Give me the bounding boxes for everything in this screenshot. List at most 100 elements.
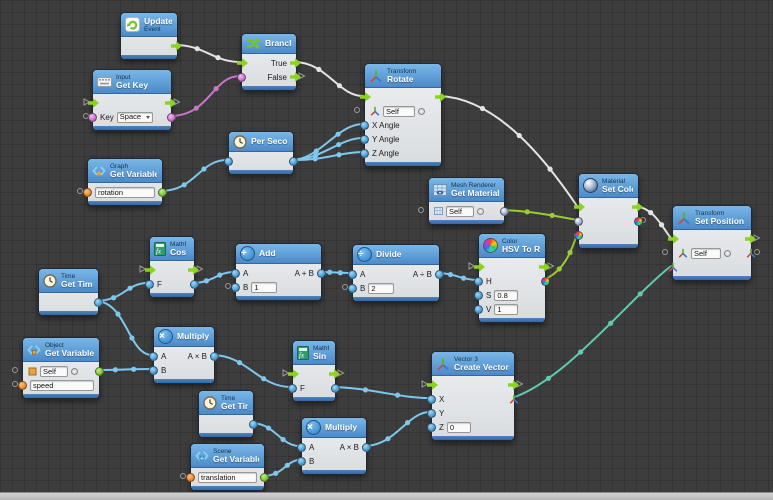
object-picker-icon[interactable] bbox=[724, 250, 731, 257]
wire-update-to-branch[interactable] bbox=[175, 45, 240, 62]
y-angle-in-port[interactable] bbox=[360, 135, 369, 144]
y-in-port[interactable] bbox=[427, 409, 436, 418]
wire-per-second-to-z-angle[interactable] bbox=[291, 152, 363, 160]
color-out-port[interactable] bbox=[634, 217, 643, 226]
v-in-port[interactable] bbox=[474, 305, 483, 314]
f-in-port[interactable] bbox=[145, 280, 154, 289]
material-in-port[interactable] bbox=[574, 217, 583, 226]
quotient-out-port[interactable] bbox=[435, 270, 444, 279]
result-out-port[interactable] bbox=[190, 280, 199, 289]
node-graph-get-variable[interactable]: GraphGet Variable rotation bbox=[87, 158, 163, 206]
b-in-port[interactable] bbox=[348, 284, 357, 293]
key-in-port[interactable] bbox=[88, 113, 97, 122]
product-out-port[interactable] bbox=[362, 443, 371, 452]
x-in-port[interactable] bbox=[427, 395, 436, 404]
x-angle-in-port[interactable] bbox=[360, 121, 369, 130]
node-scene-get-variable[interactable]: SceneGet Variable translation bbox=[190, 443, 265, 491]
time-out-port[interactable] bbox=[94, 298, 103, 307]
variable-name-field[interactable]: rotation bbox=[95, 187, 155, 198]
node-get-material[interactable]: Mesh RendererGet Material Self bbox=[428, 177, 505, 225]
position-in-port[interactable] bbox=[668, 262, 678, 272]
node-add[interactable]: + Add AA + B B1 bbox=[235, 243, 322, 301]
key-dropdown[interactable]: Space bbox=[117, 112, 153, 123]
result-out-port[interactable] bbox=[331, 384, 340, 393]
a-in-port[interactable] bbox=[348, 270, 357, 279]
self-field[interactable]: Self bbox=[446, 206, 474, 217]
b-field[interactable]: 2 bbox=[368, 283, 394, 294]
wire-branch-true-to-rotate[interactable] bbox=[294, 62, 363, 96]
variable-name-field[interactable]: speed bbox=[30, 380, 94, 391]
node-divide[interactable]: ÷ Divide AA ÷ B B2 bbox=[352, 244, 440, 302]
a-in-port[interactable] bbox=[149, 352, 158, 361]
vector3-out-port[interactable] bbox=[746, 248, 756, 258]
a-in-port[interactable] bbox=[231, 269, 240, 278]
self-field[interactable]: Self bbox=[40, 366, 68, 377]
f-in-port[interactable] bbox=[288, 384, 297, 393]
node-hsv-to-rgb[interactable]: ColorHSV To RGB H S0.8 V1 bbox=[478, 233, 546, 323]
time-out-port[interactable] bbox=[249, 420, 258, 429]
b-in-port[interactable] bbox=[149, 366, 158, 375]
variable-name-in-port[interactable] bbox=[18, 381, 27, 390]
x-label: X bbox=[439, 395, 444, 404]
self-field[interactable]: Self bbox=[691, 248, 721, 259]
key-out-port[interactable] bbox=[167, 113, 176, 122]
node-multiply-1[interactable]: × Multiply AA × B B bbox=[153, 326, 215, 384]
node-set-position[interactable]: TransformSet Position Self bbox=[672, 205, 752, 281]
h-in-port[interactable] bbox=[474, 277, 483, 286]
product-out-port[interactable] bbox=[210, 352, 219, 361]
self-field[interactable]: Self bbox=[383, 106, 415, 117]
value-out-port[interactable] bbox=[289, 157, 298, 166]
vector3-out-port[interactable] bbox=[509, 394, 519, 404]
wire-multiply2-to-vector3-y[interactable] bbox=[364, 412, 430, 446]
sum-out-port[interactable] bbox=[317, 269, 326, 278]
s-field[interactable]: 0.8 bbox=[494, 290, 518, 301]
b-in-port[interactable] bbox=[231, 283, 240, 292]
wire-get-time-to-cos[interactable] bbox=[95, 283, 148, 301]
color-out-port[interactable] bbox=[541, 277, 550, 286]
wire-hsv-to-set-color[interactable] bbox=[543, 234, 577, 280]
variable-name-field[interactable]: translation bbox=[198, 472, 257, 483]
object-picker-icon[interactable] bbox=[71, 368, 78, 375]
node-set-color[interactable]: MaterialSet Color bbox=[578, 173, 639, 249]
wire-per-second-to-x-angle[interactable] bbox=[291, 124, 363, 160]
variable-out-port[interactable] bbox=[95, 367, 104, 376]
v-field[interactable]: 1 bbox=[494, 304, 518, 315]
z-in-port[interactable] bbox=[427, 423, 436, 432]
value-in-port[interactable] bbox=[224, 157, 233, 166]
a-in-port[interactable] bbox=[297, 443, 306, 452]
node-cos[interactable]: fx MathfCos F bbox=[149, 236, 195, 298]
wire-get-key-to-branch-condition[interactable] bbox=[170, 76, 240, 116]
node-get-time-1[interactable]: TimeGet Time bbox=[38, 268, 99, 316]
wire-get-material-to-set-color[interactable] bbox=[502, 210, 577, 220]
wire-speed-var-to-multiply-b[interactable] bbox=[97, 369, 152, 370]
wire-rotation-var-to-per-second[interactable] bbox=[160, 160, 227, 191]
node-branch[interactable]: Branch True False bbox=[241, 33, 297, 91]
wire-multiply-to-sin-f[interactable] bbox=[212, 355, 291, 387]
color-in-port[interactable] bbox=[574, 231, 583, 240]
material-out-port[interactable] bbox=[500, 207, 509, 216]
z-angle-in-port[interactable] bbox=[360, 149, 369, 158]
wire-get-time-to-multiply-a[interactable] bbox=[95, 301, 152, 355]
node-per-second[interactable]: Per Second bbox=[228, 131, 294, 175]
b-field[interactable]: 1 bbox=[251, 282, 277, 293]
node-get-key[interactable]: InputGet Key KeySpace bbox=[92, 69, 172, 131]
horizontal-scrollbar[interactable] bbox=[0, 492, 773, 500]
variable-name-in-port[interactable] bbox=[83, 188, 92, 197]
object-picker-icon[interactable] bbox=[418, 108, 425, 115]
variable-out-port[interactable] bbox=[158, 188, 167, 197]
node-update-event[interactable]: UpdateEvent bbox=[120, 12, 178, 60]
z-field[interactable]: 0 bbox=[447, 422, 471, 433]
b-in-port[interactable] bbox=[297, 457, 306, 466]
node-get-time-2[interactable]: TimeGet Time bbox=[198, 390, 254, 438]
s-in-port[interactable] bbox=[474, 291, 483, 300]
wire-sin-to-vector3-x[interactable] bbox=[333, 387, 430, 398]
variable-out-port[interactable] bbox=[260, 473, 269, 482]
node-rotate[interactable]: TransformRotate Self X Angle Y Angle Z A… bbox=[364, 63, 442, 167]
node-sin[interactable]: fx MathfSin F bbox=[292, 340, 336, 402]
node-object-get-variable[interactable]: ObjectGet Variable Self speed bbox=[22, 337, 100, 399]
object-picker-icon[interactable] bbox=[477, 208, 484, 215]
variable-name-in-port[interactable] bbox=[186, 473, 195, 482]
node-create-vector3[interactable]: Vector 3Create Vector 3 X Y Z0 bbox=[431, 351, 515, 441]
condition-in-port[interactable] bbox=[237, 73, 246, 82]
node-multiply-2[interactable]: × Multiply AA × B B bbox=[301, 417, 367, 475]
